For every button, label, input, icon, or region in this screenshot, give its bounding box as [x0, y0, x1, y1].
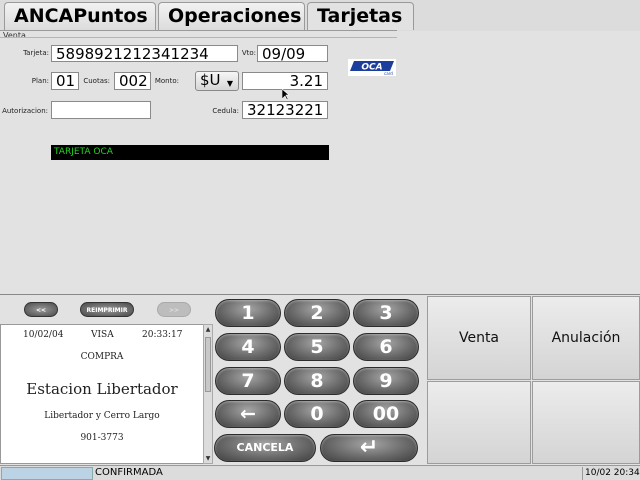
logo-text: OCA [361, 63, 382, 73]
cedula-field[interactable]: 32123221 [242, 101, 328, 119]
tarjeta-field[interactable]: 5898921212341234 [51, 45, 238, 62]
key-7[interactable]: 7 [215, 367, 281, 395]
receipt-next-button[interactable]: >> [157, 302, 191, 317]
receipt-phone: 901-3773 [80, 433, 124, 443]
enter-key[interactable]: ↵ [320, 434, 418, 462]
receipt-prev-button[interactable]: << [24, 302, 58, 317]
group-divider [0, 37, 397, 38]
cedula-label: Cedula: [212, 107, 239, 115]
receipt-address: Libertador y Cerro Largo [44, 411, 160, 421]
key-0[interactable]: 0 [284, 400, 350, 428]
key-3[interactable]: 3 [353, 299, 419, 327]
key-2[interactable]: 2 [284, 299, 350, 327]
status-bar: CONFIRMADA 10/02 20:34 [0, 465, 640, 480]
monto-label: Monto: [154, 77, 179, 85]
receipt-card: VISA [91, 330, 114, 340]
scroll-up-icon[interactable]: ▲ [204, 326, 212, 333]
empty-action-button-1[interactable] [427, 381, 531, 464]
tab-tarjetas[interactable]: Tarjetas [307, 2, 414, 30]
tab-ancapuntos[interactable]: ANCAPuntos [4, 2, 156, 30]
anulacion-button[interactable]: Anulación [532, 296, 640, 380]
backspace-key[interactable]: ← [215, 400, 281, 428]
plan-field[interactable]: 01 [51, 72, 79, 90]
plan-label: Plan: [31, 77, 49, 85]
monto-field[interactable]: 3.21 [242, 72, 328, 90]
card-status-display: TARJETA OCA [51, 145, 329, 160]
currency-select[interactable]: $U ▼ [195, 71, 239, 91]
venta-button[interactable]: Venta [427, 296, 531, 380]
vto-field[interactable]: 09/09 [257, 45, 328, 62]
receipt-type: COMPRA [80, 352, 124, 362]
key-1[interactable]: 1 [215, 299, 281, 327]
key-8[interactable]: 8 [284, 367, 350, 395]
vto-label: Vto: [241, 49, 256, 57]
receipt-station: Estacion Libertador [26, 380, 178, 398]
key-9[interactable]: 9 [353, 367, 419, 395]
mouse-cursor-icon [282, 89, 290, 101]
scroll-thumb[interactable] [205, 337, 211, 392]
empty-action-button-2[interactable] [532, 381, 640, 464]
tab-bar: ANCAPuntos Operaciones Tarjetas [0, 0, 640, 31]
logo-subtext: card [384, 71, 393, 76]
autorizacion-field[interactable] [51, 101, 151, 119]
oca-logo: OCA card [348, 59, 396, 76]
panel-separator [0, 294, 640, 295]
group-title-venta: Venta [3, 31, 26, 40]
receipt-time: 20:33:17 [142, 330, 183, 340]
key-00[interactable]: 00 [353, 400, 419, 428]
tab-operaciones[interactable]: Operaciones [158, 2, 305, 30]
autorizacion-label: Autorizacion: [2, 107, 48, 115]
status-state: CONFIRMADA [95, 467, 163, 478]
receipt-scrollbar[interactable]: ▲ ▼ [203, 324, 213, 464]
status-datetime: 10/02 20:34 [582, 467, 640, 480]
scroll-down-icon[interactable]: ▼ [204, 455, 212, 462]
tab-underline [0, 30, 397, 31]
cuotas-label: Cuotas: [83, 77, 110, 85]
chevron-down-icon: ▼ [226, 79, 233, 88]
cuotas-field[interactable]: 002 [114, 72, 151, 90]
receipt-preview: 10/02/04 VISA 20:33:17 COMPRA Estacion L… [0, 324, 204, 464]
key-4[interactable]: 4 [215, 333, 281, 361]
status-indicator [1, 467, 93, 480]
receipt-date: 10/02/04 [23, 330, 64, 340]
tarjeta-label: Tarjeta: [23, 49, 49, 57]
currency-value: $U [200, 71, 221, 89]
cancel-button[interactable]: CANCELA [214, 434, 316, 462]
key-5[interactable]: 5 [284, 333, 350, 361]
reprint-button[interactable]: REIMPRIMIR [80, 302, 134, 317]
key-6[interactable]: 6 [353, 333, 419, 361]
